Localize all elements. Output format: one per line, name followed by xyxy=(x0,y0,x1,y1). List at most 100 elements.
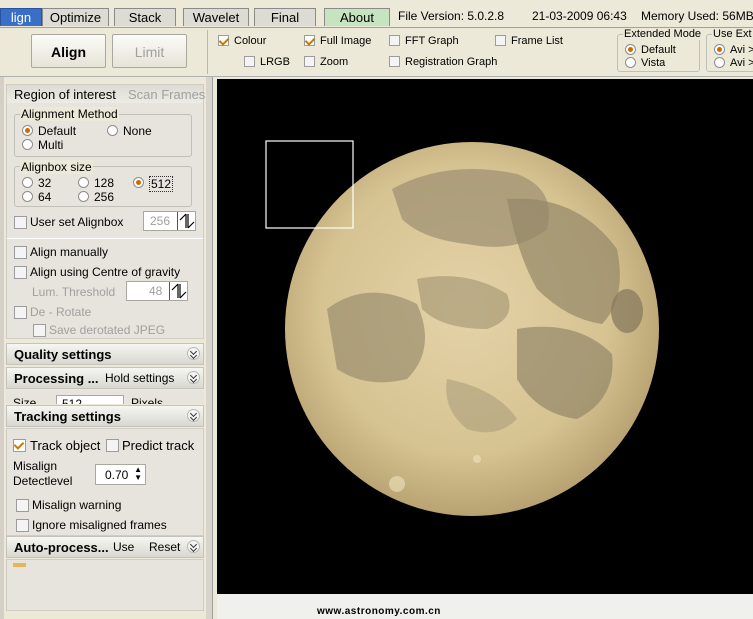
up-down-arrows-icon[interactable] xyxy=(177,212,195,230)
size-256-radio[interactable] xyxy=(78,191,89,202)
spin-arrows-icon[interactable]: ▲ ▼ xyxy=(134,466,142,482)
tracking-settings-title: Tracking settings xyxy=(14,409,121,424)
limit-button[interactable]: Limit xyxy=(112,34,187,68)
align-manually-checkbox[interactable] xyxy=(14,246,27,259)
tracking-settings-header[interactable]: Tracking settings xyxy=(6,405,204,427)
auto-process-title: Auto-process... xyxy=(14,540,109,555)
tab-align[interactable]: lign xyxy=(0,8,42,26)
tab-optimize[interactable]: Optimize xyxy=(42,8,109,26)
size-512-radio[interactable] xyxy=(133,177,144,188)
size-64-label: 64 xyxy=(38,190,52,204)
extended-vista-radio[interactable] xyxy=(625,57,636,68)
zoom-checkbox[interactable] xyxy=(304,56,315,67)
scan-frames-link[interactable]: Scan Frames xyxy=(128,87,205,102)
save-derotated-checkbox[interactable] xyxy=(33,324,46,337)
ignore-misaligned-checkbox[interactable] xyxy=(16,519,29,532)
date-time: 21-03-2009 06:43 xyxy=(532,9,627,23)
quality-settings-header[interactable]: Quality settings xyxy=(6,343,204,365)
alignment-method-title: Alignment Method xyxy=(20,107,119,121)
user-set-alignbox-value: 256 xyxy=(150,214,171,228)
misalign-value: 0.70 xyxy=(105,468,129,482)
method-multi-label: Multi xyxy=(38,138,64,152)
method-default-radio[interactable] xyxy=(22,125,33,136)
tab-wavelet[interactable]: Wavelet xyxy=(183,8,249,26)
chevron-down-icon[interactable] xyxy=(187,371,200,384)
use-avi-radio-1[interactable] xyxy=(714,44,725,55)
size-value: 512 xyxy=(62,397,83,404)
frame-list-checkbox[interactable] xyxy=(495,35,506,46)
method-default-label: Default xyxy=(38,124,77,138)
processing-body-partial: Size 512 Pixels xyxy=(6,390,204,404)
misalign-label: Misalign xyxy=(13,459,58,473)
full-image-label: Full Image xyxy=(320,35,372,47)
size-field[interactable]: 512 xyxy=(56,395,124,404)
track-object-label: Track object xyxy=(30,438,101,453)
reset-link[interactable]: Reset xyxy=(149,540,180,554)
lum-threshold-stepper[interactable]: 48 xyxy=(126,281,188,301)
fft-graph-checkbox[interactable] xyxy=(389,35,400,46)
hold-settings-link[interactable]: Hold settings xyxy=(105,371,174,385)
save-derotated-label: Save derotated JPEG xyxy=(49,323,166,337)
size-32-radio[interactable] xyxy=(22,177,33,188)
lrgb-checkbox[interactable] xyxy=(244,56,255,67)
misalign-warning-checkbox[interactable] xyxy=(16,499,29,512)
size-128-label: 128 xyxy=(94,176,115,190)
chevron-down-icon[interactable] xyxy=(187,347,200,360)
registration-graph-checkbox[interactable] xyxy=(389,56,400,67)
align-button[interactable]: Align xyxy=(31,34,106,68)
detectlevel-label: Detectlevel xyxy=(13,474,73,488)
predict-track-checkbox[interactable] xyxy=(106,439,119,452)
size-label: Size xyxy=(13,396,37,404)
align-centre-label: Align using Centre of gravity xyxy=(30,265,181,279)
up-down-arrows-icon[interactable] xyxy=(169,282,187,300)
auto-process-body xyxy=(6,559,204,611)
divider xyxy=(7,238,203,239)
user-set-alignbox-label: User set Alignbox xyxy=(30,215,124,229)
zoom-label: Zoom xyxy=(320,56,349,68)
processing-title: Processing ... xyxy=(14,371,99,386)
de-rotate-checkbox[interactable] xyxy=(14,306,27,319)
align-manually-label: Align manually xyxy=(30,245,109,259)
misalign-stepper[interactable]: 0.70 ▲ ▼ xyxy=(95,464,146,485)
file-version: File Version: 5.0.2.8 xyxy=(398,9,505,23)
chevron-down-icon[interactable] xyxy=(187,540,200,553)
method-multi-radio[interactable] xyxy=(22,139,33,150)
size-128-radio[interactable] xyxy=(78,177,89,188)
panel-scrollbar[interactable] xyxy=(206,77,212,619)
track-object-checkbox[interactable] xyxy=(13,439,26,452)
alignbox-size-title: Alignbox size xyxy=(20,160,93,174)
ignore-misaligned-label: Ignore misaligned frames xyxy=(32,518,167,532)
roi-header[interactable]: Region of interest Scan Frames xyxy=(7,85,205,103)
extended-default-radio[interactable] xyxy=(625,44,636,55)
tab-about[interactable]: About xyxy=(324,8,390,26)
size-512-label: 512 xyxy=(149,176,174,192)
predict-track-label: Predict track xyxy=(122,438,195,453)
panel-edge xyxy=(0,77,4,619)
size-256-label: 256 xyxy=(94,190,115,204)
use-avi-radio-2[interactable] xyxy=(714,57,725,68)
method-none-radio[interactable] xyxy=(107,125,118,136)
user-set-alignbox-checkbox[interactable] xyxy=(14,216,27,229)
image-viewer[interactable] xyxy=(217,79,753,594)
processing-header[interactable]: Processing ... Hold settings xyxy=(6,367,204,389)
use-avi-label-2: Avi > xyxy=(730,57,753,69)
misalign-warning-label: Misalign warning xyxy=(32,498,122,512)
checkbox-partial[interactable] xyxy=(13,563,26,567)
colour-checkbox[interactable] xyxy=(218,35,229,46)
tab-stack[interactable]: Stack xyxy=(114,8,176,26)
chevron-down-icon[interactable] xyxy=(187,409,200,422)
use-link[interactable]: Use xyxy=(113,540,134,554)
registration-graph-label: Registration Graph xyxy=(405,56,498,68)
auto-process-header[interactable]: Auto-process... Use Reset xyxy=(6,536,204,558)
toolbar-divider xyxy=(207,30,208,74)
tab-final[interactable]: Final xyxy=(254,8,316,26)
size-64-radio[interactable] xyxy=(22,191,33,202)
lrgb-label: LRGB xyxy=(260,56,290,68)
full-image-checkbox[interactable] xyxy=(304,35,315,46)
lum-threshold-label: Lum. Threshold xyxy=(32,285,116,299)
lum-threshold-value: 48 xyxy=(149,284,163,298)
fft-graph-label: FFT Graph xyxy=(405,35,459,47)
extended-vista-label: Vista xyxy=(641,57,666,69)
align-centre-checkbox[interactable] xyxy=(14,266,27,279)
user-set-alignbox-stepper[interactable]: 256 xyxy=(143,211,196,231)
